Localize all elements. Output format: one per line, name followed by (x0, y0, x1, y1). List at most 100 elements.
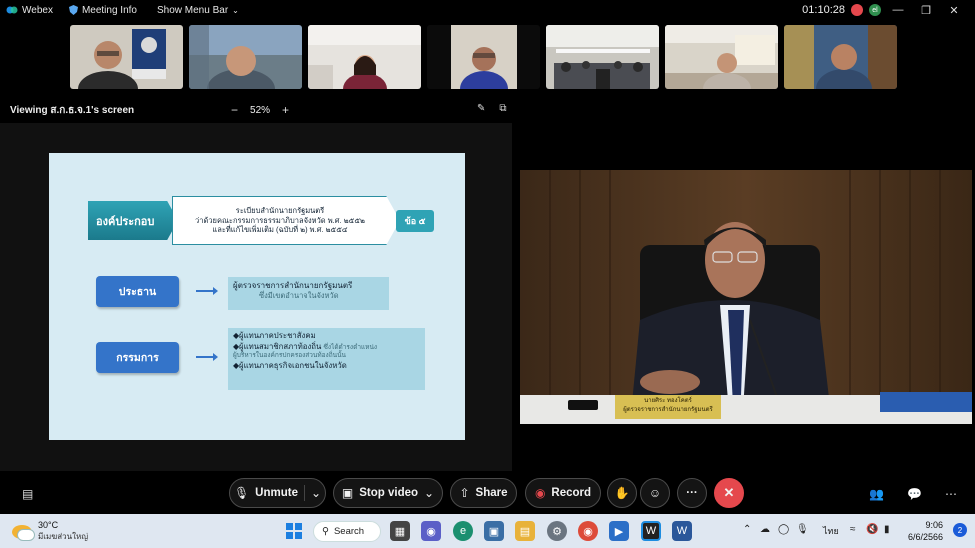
speaker-title: ผู้ตรวจราชการสำนักนายกรัฐมนตรี (623, 407, 713, 413)
notification-badge[interactable]: 2 (953, 523, 967, 537)
chair-label: ประธาน (96, 276, 179, 307)
committee-item2-note2: ผู้บริหารในองค์กรปกครองส่วนท้องถิ่นนั้น (233, 352, 346, 360)
more-options-button[interactable]: ··· (677, 478, 707, 508)
viewing-label: Viewing ส.ก.ธ.จ.1's screen (10, 105, 135, 116)
windows-taskbar: 30°C มีเมฆส่วนใหญ่ ⚲ Search ▦ ◉ e ▣ ▤ ⚙ … (0, 514, 975, 548)
shield-icon (68, 5, 78, 15)
meeting-controls: ▤ 🎙 Unmute ⌄ ▣ Stop video ⌄ ⇧ Share ◉ Re… (0, 476, 975, 510)
clock-date: 6/6/2566 (907, 532, 943, 543)
partly-cloudy-icon (12, 524, 35, 541)
task-view-icon[interactable]: ▦ (390, 521, 410, 541)
shared-slide: องค์ประกอบ ระเบียบสำนักนายกรัฐมนตรี ว่าด… (49, 153, 465, 440)
chrome-icon[interactable]: ◉ (578, 521, 598, 541)
participant-thumbnail[interactable] (665, 25, 778, 89)
org-label: องค์ประกอบ (88, 201, 178, 240)
chevron-down-icon[interactable]: ⌄ (311, 486, 321, 500)
meeting-info-button[interactable]: Meeting Info (68, 4, 137, 16)
participant-thumbnail[interactable] (308, 25, 421, 89)
minimize-icon[interactable]: — (887, 4, 909, 16)
weather-text: 30°C มีเมฆส่วนใหญ่ (38, 520, 88, 543)
store-icon[interactable]: ▣ (484, 521, 504, 541)
more-panels-icon[interactable]: ⋯ (945, 487, 957, 501)
chevron-down-icon[interactable]: ⌄ (424, 486, 434, 500)
system-clock[interactable]: 9:06 6/6/2566 (908, 519, 943, 543)
teams-chat-icon[interactable]: ◉ (421, 521, 441, 541)
language-indicator[interactable]: ไทย (823, 524, 839, 538)
committee-item2: ◆ผู้แทนสมาชิกสภาท้องถิ่น (233, 341, 322, 351)
chevron-up-icon[interactable]: ⌃ (743, 524, 751, 535)
recording-indicator-icon[interactable] (851, 4, 863, 16)
start-icon[interactable] (284, 521, 304, 541)
search-label: Search (333, 526, 365, 537)
zoom-out-button[interactable]: − (231, 103, 238, 117)
captions-icon[interactable]: ▤ (22, 487, 33, 501)
edge-icon[interactable]: e (453, 521, 473, 541)
participant-thumbnail[interactable] (427, 25, 540, 89)
battery-icon[interactable]: ▮ (884, 524, 890, 535)
regulation-line1: ระเบียบสำนักนายกรัฐมนตรี (235, 205, 325, 215)
committee-label: กรรมการ (96, 342, 179, 373)
restore-icon[interactable]: ❐ (915, 4, 937, 17)
weather-widget[interactable]: 30°C มีเมฆส่วนใหญ่ (12, 520, 88, 543)
committee-description: ◆ผู้แทนภาคประชาสังคม ◆ผู้แทนสมาชิกสภาท้อ… (228, 328, 425, 390)
taskbar-search[interactable]: ⚲ Search (313, 521, 381, 542)
annotate-icon[interactable]: ✎ (477, 103, 485, 114)
unmute-label: Unmute (255, 487, 298, 499)
participants-icon[interactable]: 👥 (869, 487, 884, 501)
avatar[interactable]: el (869, 4, 881, 16)
participant-thumbnail[interactable] (784, 25, 897, 89)
webex-taskbar-icon[interactable]: W (641, 521, 661, 541)
chat-icon[interactable]: 💬 (907, 487, 922, 501)
stop-video-button[interactable]: ▣ Stop video ⌄ (333, 478, 443, 508)
more-label: ··· (686, 487, 698, 499)
committee-item3: ◆ผู้แทนภาคธุรกิจเอกชนในจังหวัด (233, 361, 347, 371)
reactions-button[interactable]: ☺ (640, 478, 670, 508)
participant-thumbnail[interactable] (189, 25, 302, 89)
onedrive-icon[interactable]: ☁ (760, 524, 770, 535)
zoom-level: 52% (250, 104, 271, 116)
zoom-controls: − 52% + (231, 103, 289, 117)
file-explorer-icon[interactable]: ▤ (515, 521, 535, 541)
volume-muted-icon[interactable]: 🔇 (866, 524, 878, 535)
active-speaker-video[interactable]: นายศิระ ทองโคตร์ ผู้ตรวจราชการสำนักนายกร… (520, 170, 972, 424)
committee-item1: ◆ผู้แทนภาคประชาสังคม (233, 331, 316, 340)
show-menu-bar-button[interactable]: Show Menu Bar ⌄ (157, 5, 239, 16)
title-bar: Webex Meeting Info Show Menu Bar ⌄ 01:10… (0, 0, 975, 20)
video-camera-icon: ▣ (341, 486, 354, 500)
stop-video-label: Stop video (359, 487, 419, 499)
popout-view-icon[interactable]: ⧉ (499, 103, 506, 114)
committee-item2-row: ◆ผู้แทนสมาชิกสภาท้องถิ่น ซึ่งได้ดำรงตำแห… (233, 342, 420, 353)
settings-icon[interactable]: ⚙ (547, 521, 567, 541)
search-icon: ⚲ (322, 526, 329, 537)
regulation-line2: ว่าด้วยคณะกรรมการธรรมาภิบาลจังหวัด พ.ศ. … (195, 215, 365, 225)
arrow-right-icon (196, 353, 218, 361)
security-icon[interactable]: ◯ (778, 524, 789, 535)
clause-label: ข้อ ๕ (396, 210, 434, 232)
close-icon[interactable]: ✕ (943, 4, 965, 17)
chevron-down-icon: ⌄ (232, 5, 239, 15)
app-name: Webex (22, 4, 53, 16)
meeting-timer: 01:10:28 (802, 4, 845, 16)
end-meeting-button[interactable]: ✕ (714, 478, 744, 508)
record-button[interactable]: ◉ Record (525, 478, 601, 508)
word-icon[interactable]: W (672, 521, 692, 541)
wifi-icon[interactable]: ≈ (850, 524, 856, 535)
media-player-icon[interactable]: ▶ (609, 521, 629, 541)
unmute-button[interactable]: 🎙 Unmute ⌄ (229, 478, 326, 508)
zoom-in-button[interactable]: + (282, 103, 289, 117)
participant-thumbnail[interactable] (546, 25, 659, 89)
speaker-video-frame (520, 170, 972, 424)
record-icon: ◉ (534, 486, 546, 500)
microphone-muted-icon: 🎙 (233, 486, 250, 500)
speaker-name: นายศิระ ทองโคตร์ (644, 398, 692, 404)
record-label: Record (551, 487, 592, 499)
share-screen-icon: ⇧ (459, 486, 470, 500)
microphone-muted-icon[interactable]: 🎙 (796, 524, 809, 535)
chair-desc2: ซึ่งมีเขตอำนาจในจังหวัด (259, 291, 339, 301)
webex-app-menu[interactable]: Webex (6, 5, 53, 16)
regulation-line3: และที่แก้ไขเพิ่มเติม (ฉบับที่ ๒) พ.ศ. ๒๕… (212, 225, 348, 235)
meeting-info-label: Meeting Info (81, 4, 137, 16)
participant-thumbnail[interactable] (70, 25, 183, 89)
share-button[interactable]: ⇧ Share (450, 478, 517, 508)
raise-hand-button[interactable]: ✋ (607, 478, 637, 508)
